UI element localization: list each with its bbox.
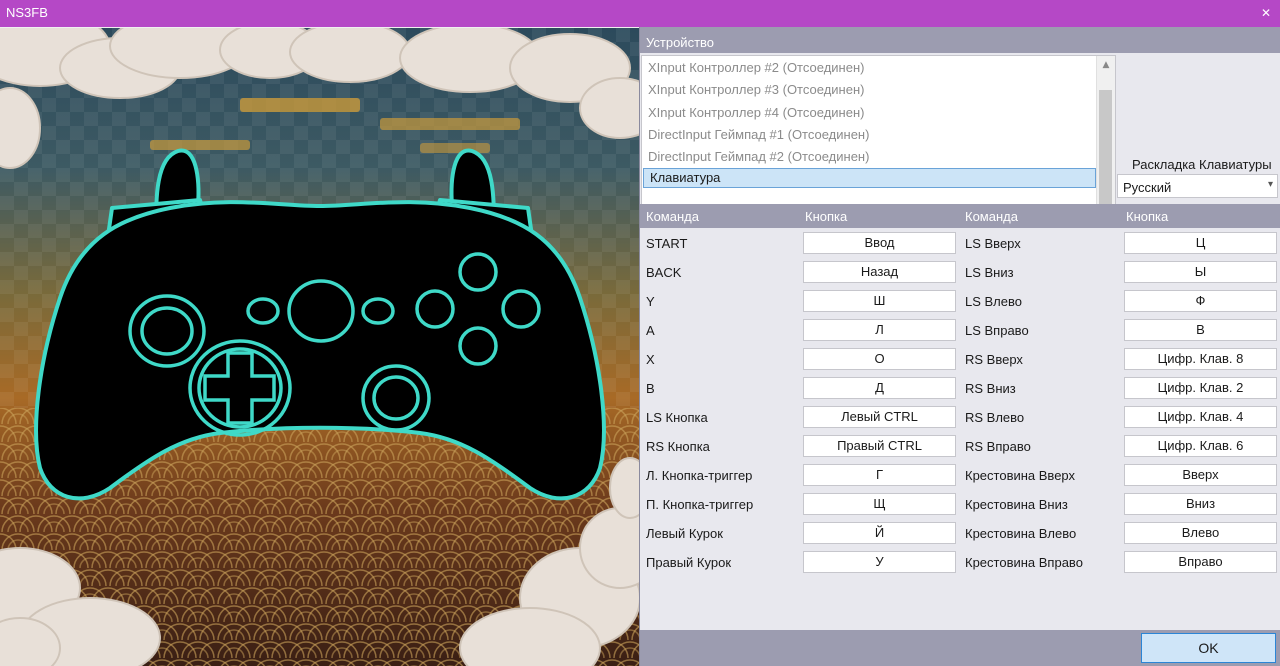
binding-row: START Ввод LS Вверх Ц (640, 229, 1280, 258)
command-label: LS Вниз (965, 265, 1014, 280)
command-label: B (646, 381, 655, 396)
key-binding-button[interactable]: Д (803, 377, 956, 399)
command-label: RS Влево (965, 410, 1025, 425)
command-label: LS Кнопка (646, 410, 708, 425)
key-binding-button[interactable]: Ц (1124, 232, 1277, 254)
command-label: Крестовина Влево (965, 526, 1077, 541)
gamepad-illustration (0, 28, 639, 666)
key-binding-button[interactable]: Л (803, 319, 956, 341)
command-label: START (646, 236, 688, 251)
binding-row: LS Кнопка Левый CTRL RS Влево Цифр. Клав. 4 (640, 403, 1280, 432)
key-binding-button[interactable]: Ш (803, 290, 956, 312)
device-list-scrollbar[interactable]: ▲ ▼ (1096, 56, 1115, 226)
binding-row: Правый Курок У Крестовина Вправо Вправо (640, 548, 1280, 577)
keyboard-layout-label: Раскладка Клавиатуры (1132, 157, 1272, 172)
key-binding-button[interactable]: Ы (1124, 261, 1277, 283)
binding-row: X О RS Вверх Цифр. Клав. 8 (640, 345, 1280, 374)
key-binding-button[interactable]: В (1124, 319, 1277, 341)
close-button[interactable]: ✕ (1256, 3, 1276, 23)
command-label: BACK (646, 265, 682, 280)
keyboard-layout-select[interactable]: Русский ▾ (1117, 174, 1278, 198)
device-item[interactable]: XInput Контроллер #4 (Отсоединен) (648, 104, 1093, 122)
keyboard-layout-value: Русский (1123, 180, 1172, 195)
key-binding-button[interactable]: Цифр. Клав. 6 (1124, 435, 1277, 457)
key-binding-button[interactable]: Цифр. Клав. 4 (1124, 406, 1277, 428)
title-bar: NS3FB ✕ (0, 0, 1280, 27)
key-binding-button[interactable]: Цифр. Клав. 2 (1124, 377, 1277, 399)
column-header-command: Команда (965, 209, 1018, 224)
key-binding-button[interactable]: Назад (803, 261, 956, 283)
command-label: LS Вправо (965, 323, 1029, 338)
binding-row: П. Кнопка-триггер Щ Крестовина Вниз Вниз (640, 490, 1280, 519)
controller-artwork (0, 28, 639, 666)
footer-bar: OK (640, 630, 1280, 666)
key-binding-button[interactable]: Правый CTRL (803, 435, 956, 457)
command-label: RS Вверх (965, 352, 1023, 367)
key-binding-button[interactable]: Ф (1124, 290, 1277, 312)
command-label: RS Кнопка (646, 439, 710, 454)
command-label: Л. Кнопка-триггер (646, 468, 753, 483)
bindings-header: Команда Кнопка Команда Кнопка (640, 204, 1280, 228)
ok-button[interactable]: OK (1141, 633, 1276, 663)
command-label: Крестовина Вниз (965, 497, 1068, 512)
device-list[interactable]: XInput Контроллер #2 (Отсоединен) XInput… (641, 55, 1116, 227)
key-binding-button[interactable]: Цифр. Клав. 8 (1124, 348, 1277, 370)
key-binding-button[interactable]: Вверх (1124, 464, 1277, 486)
command-label: Y (646, 294, 655, 309)
command-label: Левый Курок (646, 526, 723, 541)
device-item[interactable]: XInput Контроллер #2 (Отсоединен) (648, 59, 1093, 77)
command-label: RS Вниз (965, 381, 1016, 396)
key-binding-button[interactable]: Г (803, 464, 956, 486)
key-binding-button[interactable]: Вправо (1124, 551, 1277, 573)
column-header-command: Команда (646, 209, 699, 224)
key-binding-button[interactable]: У (803, 551, 956, 573)
key-binding-button[interactable]: Ввод (803, 232, 956, 254)
binding-row: B Д RS Вниз Цифр. Клав. 2 (640, 374, 1280, 403)
command-label: П. Кнопка-триггер (646, 497, 754, 512)
device-item[interactable]: XInput Контроллер #3 (Отсоединен) (648, 81, 1093, 99)
binding-row: Y Ш LS Влево Ф (640, 287, 1280, 316)
command-label: Правый Курок (646, 555, 732, 570)
command-label: Крестовина Вправо (965, 555, 1083, 570)
binding-row: Л. Кнопка-триггер Г Крестовина Вверх Вверх (640, 461, 1280, 490)
device-header-label: Устройство (646, 35, 715, 50)
key-binding-button[interactable]: Левый CTRL (803, 406, 956, 428)
chevron-down-icon: ▾ (1267, 179, 1273, 190)
command-label: X (646, 352, 655, 367)
window-title: NS3FB (6, 5, 48, 20)
scrollbar-thumb[interactable] (1099, 90, 1112, 208)
settings-panel: Устройство XInput Контроллер #2 (Отсоеди… (640, 27, 1280, 666)
scroll-up-icon[interactable]: ▲ (1097, 56, 1115, 74)
binding-row: A Л LS Вправо В (640, 316, 1280, 345)
command-label: LS Вверх (965, 236, 1021, 251)
key-binding-button[interactable]: О (803, 348, 956, 370)
key-binding-button[interactable]: Вниз (1124, 493, 1277, 515)
device-item[interactable]: DirectInput Геймпад #1 (Отсоединен) (648, 126, 1093, 144)
command-label: A (646, 323, 655, 338)
device-item[interactable]: DirectInput Геймпад #2 (Отсоединен) (648, 148, 1093, 166)
key-binding-button[interactable]: Щ (803, 493, 956, 515)
column-header-key: Кнопка (1126, 209, 1169, 224)
command-label: LS Влево (965, 294, 1022, 309)
binding-row: Левый Курок Й Крестовина Влево Влево (640, 519, 1280, 548)
device-header: Устройство (640, 27, 1280, 53)
key-binding-button[interactable]: Влево (1124, 522, 1277, 544)
binding-row: BACK Назад LS Вниз Ы (640, 258, 1280, 287)
command-label: RS Вправо (965, 439, 1031, 454)
device-item-selected[interactable]: Клавиатура (643, 168, 1096, 188)
binding-row: RS Кнопка Правый CTRL RS Вправо Цифр. Клав.… (640, 432, 1280, 461)
key-binding-button[interactable]: Й (803, 522, 956, 544)
column-header-key: Кнопка (805, 209, 848, 224)
command-label: Крестовина Вверх (965, 468, 1076, 483)
